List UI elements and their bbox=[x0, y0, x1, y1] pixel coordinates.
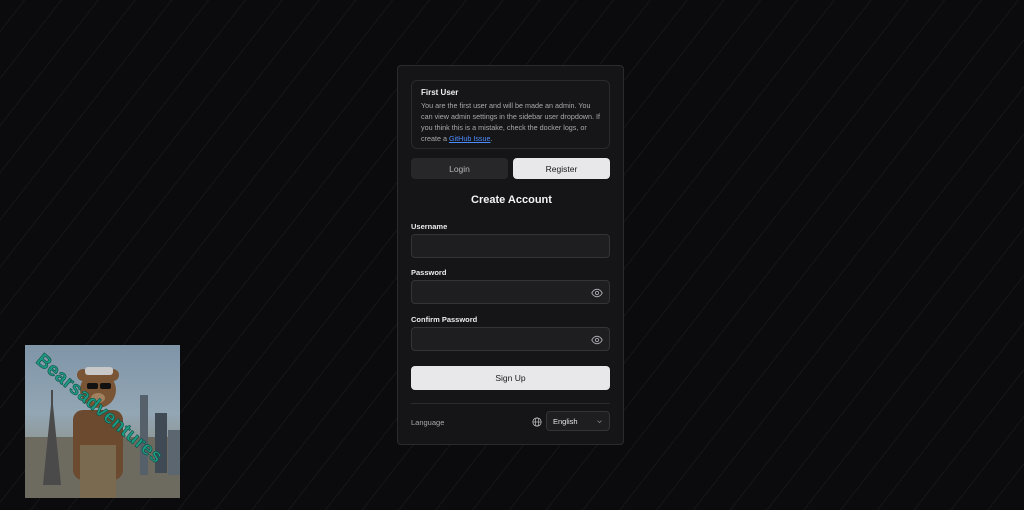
notice-body: You are the first user and will be made … bbox=[421, 100, 600, 144]
confirm-password-input[interactable] bbox=[412, 328, 609, 350]
chevron-down-icon bbox=[597, 419, 602, 423]
language-label: Language bbox=[411, 418, 445, 427]
language-select[interactable]: English bbox=[546, 411, 610, 431]
username-label: Username bbox=[411, 222, 448, 231]
notice-suffix: . bbox=[490, 134, 493, 143]
notice-text: You are the first user and will be made … bbox=[421, 101, 600, 143]
notice-title: First User bbox=[421, 88, 459, 97]
github-issue-link[interactable]: GitHub Issue bbox=[449, 134, 491, 143]
tab-register[interactable]: Register bbox=[513, 158, 610, 179]
bear-poster-image: Bearsadventures bbox=[25, 345, 180, 498]
tab-login[interactable]: Login bbox=[411, 158, 508, 179]
eye-icon[interactable] bbox=[591, 287, 603, 299]
confirm-password-field bbox=[411, 327, 610, 351]
language-selected: English bbox=[553, 416, 578, 426]
first-user-notice: First User You are the first user and wi… bbox=[411, 80, 610, 149]
auth-tabs: Login Register bbox=[411, 158, 610, 179]
globe-icon bbox=[532, 417, 542, 427]
eye-icon[interactable] bbox=[591, 334, 603, 346]
register-card: First User You are the first user and wi… bbox=[397, 65, 624, 445]
divider bbox=[411, 403, 610, 404]
password-field bbox=[411, 280, 610, 304]
confirm-password-label: Confirm Password bbox=[411, 315, 478, 324]
page-title: Create Account bbox=[471, 194, 552, 206]
username-field bbox=[411, 234, 610, 258]
sign-up-button[interactable]: Sign Up bbox=[411, 366, 610, 390]
username-input[interactable] bbox=[412, 235, 609, 257]
password-label: Password bbox=[411, 268, 447, 277]
password-input[interactable] bbox=[412, 281, 609, 303]
